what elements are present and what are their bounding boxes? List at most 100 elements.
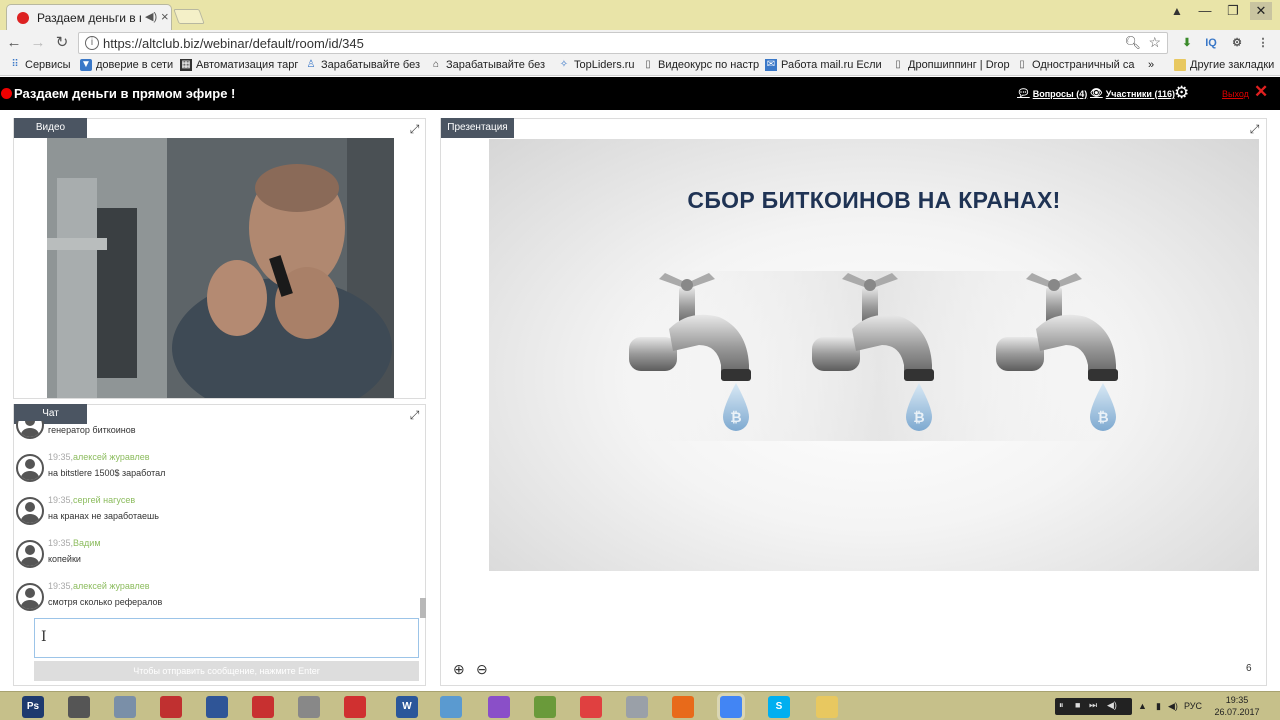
back-button[interactable]: ← <box>4 33 24 53</box>
chat-message-input[interactable]: I <box>34 618 419 658</box>
network-icon[interactable]: ▮ <box>1156 701 1161 712</box>
volume-icon[interactable]: ◀) <box>1107 700 1117 711</box>
extension-icon[interactable]: ⚙ <box>1228 35 1246 51</box>
iq-extension-icon[interactable]: IQ <box>1202 35 1220 51</box>
chat-message: генератор биткоинов <box>16 421 416 443</box>
exit-link[interactable]: Выход <box>1222 89 1249 99</box>
taskbar-app-icon[interactable] <box>580 696 602 718</box>
chat-message: 19:35,алексей журавлев на bitstlere 1500… <box>16 450 416 486</box>
exit-close-icon[interactable]: ✕ <box>1254 82 1268 102</box>
bookmark-item[interactable]: ⠿ Сервисы <box>9 59 70 71</box>
taskbar-app-icon[interactable] <box>344 696 366 718</box>
forward-button[interactable]: → <box>28 33 48 53</box>
bookmark-star-icon[interactable]: ☆ <box>1148 34 1161 51</box>
bookmark-item[interactable]: ▯ Одностраничный са <box>1016 59 1134 71</box>
send-message-hint[interactable]: Чтобы отправить сообщение, нажмите Enter <box>34 661 419 681</box>
svg-text:₿: ₿ <box>730 409 741 425</box>
taskbar-app-icon[interactable] <box>720 696 742 718</box>
shield-icon: ▼ <box>80 59 92 71</box>
url-text[interactable]: https://altclub.biz/webinar/default/room… <box>103 36 364 51</box>
media-player-tray[interactable]: ⏸ ■ ⏭ ◀) <box>1055 698 1132 715</box>
chat-scrollbar[interactable] <box>420 598 426 618</box>
expand-icon[interactable]: ⤢ <box>1248 123 1261 136</box>
video-stream[interactable] <box>47 138 394 398</box>
taskbar-app-icon[interactable] <box>672 696 694 718</box>
bookmark-item[interactable]: ⌂ Зарабатывайте без <box>430 59 545 71</box>
bookmark-item[interactable]: ♙ Зарабатывайте без <box>305 59 421 71</box>
mail-icon: ✉ <box>765 59 777 71</box>
zoom-out-icon[interactable]: ⊖ <box>476 661 488 678</box>
message-text: копейки <box>48 554 81 564</box>
expand-icon[interactable]: ⤢ <box>408 123 421 136</box>
message-text: смотря сколько рефералов <box>48 597 163 607</box>
download-extension-icon[interactable]: ⬇ <box>1178 35 1196 51</box>
bookmark-item[interactable]: ▦ Автоматизация тарг <box>180 59 298 71</box>
new-tab-button[interactable] <box>173 9 205 24</box>
taskbar-app-icon[interactable] <box>160 696 182 718</box>
presentation-panel-tab[interactable]: Презентация <box>441 118 514 138</box>
more-bookmarks-button[interactable]: » <box>1148 59 1154 71</box>
webinar-header: Раздаем деньги в прямом эфире ! 💬︎ Вопро… <box>0 77 1280 110</box>
taskbar-app-icon[interactable] <box>114 696 136 718</box>
tab-close-icon[interactable]: × <box>161 9 169 24</box>
settings-gear-icon[interactable]: ⚙ <box>1174 83 1189 103</box>
tray-expand-icon[interactable]: ▲ <box>1138 701 1147 711</box>
video-panel-tab[interactable]: Видео <box>14 118 87 138</box>
search-icon[interactable]: 🔍︎ <box>1124 35 1141 51</box>
svg-text:₿: ₿ <box>1097 409 1108 425</box>
info-icon[interactable]: i <box>85 36 99 50</box>
other-bookmarks-folder[interactable]: Другие закладки <box>1174 59 1274 71</box>
taskbar-app-icon[interactable] <box>252 696 274 718</box>
system-clock[interactable]: 19:35 26.07.2017 <box>1212 694 1262 718</box>
browser-tab-active[interactable]: Раздаем деньги в пр ◀) × <box>6 4 172 30</box>
site-favicon-icon <box>17 12 29 24</box>
chat-message-list[interactable]: генератор биткоинов 19:35,алексей журавл… <box>14 421 419 613</box>
bookmark-item[interactable]: ✉ Работа mail.ru Если <box>765 59 882 71</box>
bookmark-item[interactable]: ▯ Видеокурс по настр <box>642 59 759 71</box>
reload-button[interactable]: ↻ <box>52 33 72 53</box>
speaker-tray-icon[interactable]: ◀) <box>1168 701 1178 712</box>
chat-bubble-icon: 💬︎ <box>1017 88 1030 99</box>
message-meta: 19:35,алексей журавлев <box>48 452 150 462</box>
tab-title: Раздаем деньги в пр <box>37 11 141 25</box>
taskbar-app-icon[interactable] <box>68 696 90 718</box>
eye-icon: 👁︎ <box>1090 88 1103 99</box>
taskbar-app-icon[interactable] <box>440 696 462 718</box>
user-avatar-icon <box>16 540 44 568</box>
questions-link[interactable]: 💬︎ Вопросы (4) <box>1017 88 1087 99</box>
minimize-button[interactable]: — <box>1194 2 1216 20</box>
speaker-icon[interactable]: ◀) <box>145 10 157 23</box>
taskbar-app-icon[interactable] <box>298 696 320 718</box>
next-icon[interactable]: ⏭ <box>1089 700 1097 711</box>
zoom-in-icon[interactable]: ⊕ <box>453 661 465 678</box>
taskbar-app-icon[interactable] <box>206 696 228 718</box>
svg-text:₿: ₿ <box>913 409 924 425</box>
bookmark-item[interactable]: ▯ Дропшиппинг | Drop <box>892 59 1009 71</box>
maximize-button[interactable]: ❐ <box>1222 2 1244 20</box>
stop-icon[interactable]: ■ <box>1075 700 1080 710</box>
bookmark-item[interactable]: ✧ TopLiders.ru <box>558 59 635 71</box>
address-bar[interactable]: i https://altclub.biz/webinar/default/ro… <box>78 32 1168 54</box>
bookmark-item[interactable]: ▼ доверие в сети <box>80 59 173 71</box>
user-profile-icon[interactable]: ▲ <box>1166 2 1188 20</box>
taskbar-app-icon[interactable] <box>488 696 510 718</box>
page-icon: ▯ <box>1019 59 1025 70</box>
participants-link[interactable]: 👁︎ Участники (116) <box>1090 88 1175 99</box>
presentation-slide: СБОР БИТКОИНОВ НА КРАНАХ! ₿ ₿ ₿ <box>489 139 1259 571</box>
message-meta: 19:35,алексей журавлев <box>48 581 150 591</box>
person-icon: ♙ <box>306 59 316 70</box>
taskbar-app-icon[interactable]: S <box>768 696 790 718</box>
taskbar-app-icon[interactable] <box>626 696 648 718</box>
taskbar-app-icon[interactable]: W <box>396 696 418 718</box>
user-avatar-icon <box>16 421 44 439</box>
taskbar-app-icon[interactable] <box>816 696 838 718</box>
live-indicator-icon <box>1 88 12 99</box>
language-indicator[interactable]: РУС <box>1184 701 1202 711</box>
window-close-button[interactable]: ✕ <box>1250 2 1272 20</box>
taskbar-app-icon[interactable]: Ps <box>22 696 44 718</box>
pause-icon[interactable]: ⏸ <box>1059 700 1064 711</box>
taskbar-app-icon[interactable] <box>534 696 556 718</box>
chrome-menu-icon[interactable]: ⋮ <box>1254 35 1272 51</box>
film-icon: ▦ <box>180 59 192 71</box>
message-text: генератор биткоинов <box>48 425 136 435</box>
